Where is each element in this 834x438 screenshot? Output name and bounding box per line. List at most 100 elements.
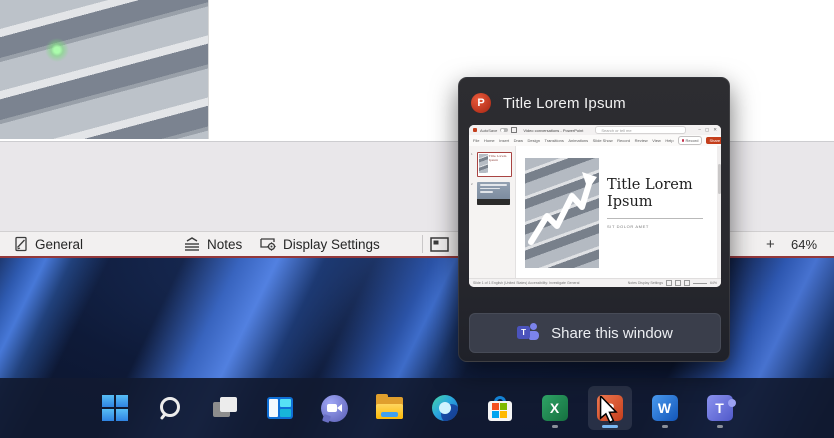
mini-view-icon <box>665 280 672 286</box>
window-thumbnail-preview[interactable]: AutoSave Video conversations - PowerPoin… <box>469 125 721 287</box>
mini-slide-rule <box>607 217 703 219</box>
mini-status-bar: Slide 1 of 1 English (United States) Acc… <box>469 278 721 287</box>
display-settings-label: Display Settings <box>283 236 380 252</box>
mini-slide-subtitle: SIT DOLOR AMET <box>607 223 649 229</box>
mini-current-slide: Title Lorem Ipsum SIT DOLOR AMET <box>525 151 717 277</box>
zoom-in-label: + <box>766 235 775 253</box>
microsoft-store-icon <box>487 395 512 421</box>
mini-tab-insert: Insert <box>499 138 510 143</box>
word-icon: W <box>651 395 678 421</box>
notes-button[interactable]: Notes <box>183 232 242 256</box>
teams-icon: T <box>706 395 736 421</box>
taskbar-preview-flyout: P Title Lorem Ipsum AutoSave Video conve… <box>458 77 730 362</box>
mini-share-button: Share <box>706 137 721 144</box>
mini-zoom-level: 64% <box>709 281 717 285</box>
mini-zoom-slider <box>692 282 707 284</box>
mini-powerpoint-icon <box>473 128 477 132</box>
mini-thumb-title: Title Lorem Ipsum <box>488 154 507 162</box>
mini-record-icon <box>681 139 685 142</box>
taskbar-file-explorer-button[interactable] <box>368 386 412 430</box>
zoom-in-button[interactable]: + <box>766 232 775 256</box>
mini-slide-panel: 1 Title Lorem Ipsum 2 <box>469 146 516 278</box>
mini-save-icon <box>511 127 518 133</box>
sensitivity-label-icon <box>15 236 27 252</box>
sensitivity-label-text: General <box>35 236 84 252</box>
taskbar-task-view-button[interactable] <box>203 386 247 430</box>
start-icon <box>101 395 128 421</box>
mini-slide-text: Title Lorem Ipsum SIT DOLOR AMET <box>607 177 715 229</box>
mini-tab-home: Home <box>483 138 495 143</box>
mini-tab-design: Design <box>527 138 540 143</box>
powerpoint-app-icon: P <box>471 93 491 113</box>
mini-view-icon <box>674 280 681 286</box>
mini-titlebar: AutoSave Video conversations - PowerPoin… <box>469 125 721 135</box>
mini-autosave-label: AutoSave <box>480 127 498 133</box>
mini-minimize-icon: – <box>698 127 701 132</box>
taskbar-excel-button[interactable]: X <box>533 386 577 430</box>
mini-slide-number-2: 2 <box>471 182 473 186</box>
zoom-level-value: 64% <box>791 236 818 252</box>
mini-window-controls: – ▢ ✕ <box>698 127 717 133</box>
powerpoint-active-indicator <box>601 425 618 428</box>
taskbar-widgets-button[interactable] <box>258 386 302 430</box>
growth-arrow-graphic <box>528 172 597 245</box>
flyout-window-title: Title Lorem Ipsum <box>503 94 626 112</box>
mini-slide-number-1: 1 <box>471 152 473 156</box>
mini-slide-title: Title Lorem Ipsum <box>607 177 693 211</box>
share-this-window-label: Share this window <box>551 324 673 342</box>
status-bar-separator <box>422 235 423 253</box>
mini-tab-file: File <box>473 138 480 143</box>
mini-close-icon: ✕ <box>713 127 717 132</box>
taskbar-edge-button[interactable] <box>423 386 467 430</box>
edge-icon <box>431 395 458 421</box>
mini-window-title: Video conversations - PowerPoint <box>523 127 584 133</box>
flyout-header: P Title Lorem Ipsum <box>471 93 717 113</box>
mini-status-left: Slide 1 of 1 English (United States) Acc… <box>473 281 580 285</box>
mini-tab-transitions: Transitions <box>544 138 564 143</box>
mini-tab-draw: Draw <box>513 138 523 143</box>
display-settings-icon <box>260 238 276 251</box>
task-view-icon <box>212 396 238 420</box>
taskbar-search-button[interactable] <box>148 386 192 430</box>
taskbar-word-button[interactable]: W <box>643 386 687 430</box>
mini-search-box: Search or tell me <box>595 126 687 134</box>
mini-slide-stairs-image <box>525 158 599 268</box>
display-settings-button[interactable]: Display Settings <box>259 232 380 256</box>
normal-view-button[interactable] <box>430 232 449 256</box>
mini-record-button: Record <box>678 136 702 145</box>
chat-icon <box>321 394 348 423</box>
excel-running-indicator <box>551 425 558 428</box>
taskbar-store-button[interactable] <box>478 386 522 430</box>
file-explorer-icon <box>376 394 403 419</box>
mini-tab-animations: Animations <box>568 138 589 143</box>
mini-status-right-labels: Notes Display Settings <box>627 281 663 285</box>
excel-icon: X <box>541 395 568 421</box>
slide-stairs-image <box>0 0 209 139</box>
taskbar-chat-button[interactable] <box>313 386 357 430</box>
teams-icon: T <box>517 323 540 343</box>
taskbar-start-button[interactable] <box>93 386 137 430</box>
mini-status-right: Notes Display Settings 64% <box>628 280 717 286</box>
taskbar: X P W T <box>0 378 834 438</box>
mini-record-label: Record <box>685 138 699 143</box>
mini-tab-record: Record <box>617 138 631 143</box>
mouse-cursor <box>599 396 618 424</box>
mini-maximize-icon: ▢ <box>704 127 710 132</box>
sensitivity-label-button[interactable]: General <box>13 232 83 256</box>
notes-icon <box>185 237 199 251</box>
notes-label: Notes <box>207 236 243 252</box>
zoom-level-button[interactable]: 64% <box>791 232 817 256</box>
normal-view-icon <box>430 236 449 252</box>
mini-tab-slideshow: Slide Show <box>592 138 613 143</box>
widgets-icon <box>266 397 293 419</box>
mini-thumb-stairs-image <box>479 154 488 173</box>
desktop-screen: General Notes Display Settings + 64% X W… <box>0 0 834 438</box>
mini-autosave-toggle <box>500 128 509 132</box>
share-this-window-button[interactable]: T Share this window <box>469 313 721 353</box>
taskbar-teams-button[interactable]: T <box>698 386 742 430</box>
mini-slide-thumbnail-1: Title Lorem Ipsum <box>477 152 512 177</box>
mini-tab-help: Help <box>665 138 674 143</box>
mini-tab-review: Review <box>634 138 648 143</box>
mini-editor-body: 1 Title Lorem Ipsum 2 Title Lorem Ipsum … <box>469 146 721 278</box>
mini-scrollbar <box>717 146 721 278</box>
